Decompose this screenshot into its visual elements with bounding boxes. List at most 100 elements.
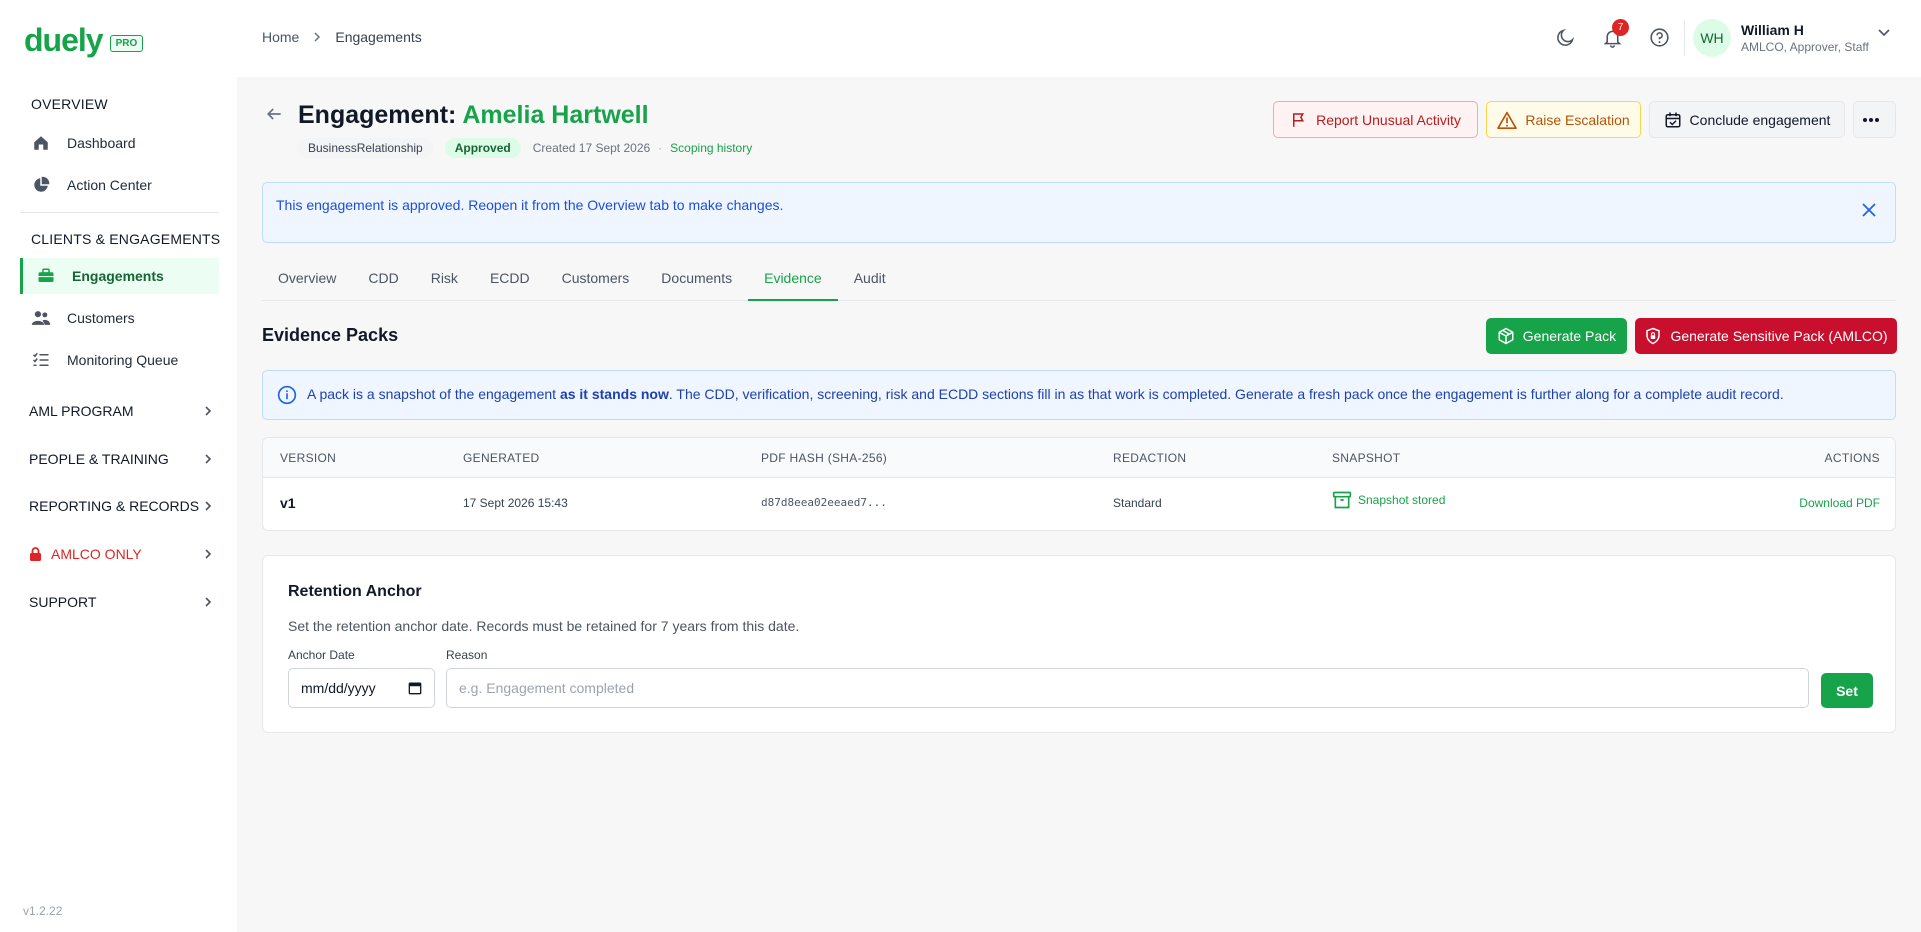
brand-name: duely xyxy=(24,22,104,58)
breadcrumb: Home Engagements xyxy=(262,29,422,45)
cell-hash: d87d8eea02eeaed7... xyxy=(761,496,887,509)
chevron-right-icon xyxy=(205,454,212,464)
sidebar-item-dashboard[interactable]: Dashboard xyxy=(31,125,219,161)
sidebar-group-aml-program[interactable]: AML PROGRAM xyxy=(29,403,213,419)
sidebar-group-people-training[interactable]: PEOPLE & TRAINING xyxy=(29,451,213,467)
home-icon xyxy=(31,133,51,153)
column-header-redaction: REDACTION xyxy=(1113,451,1187,465)
tab-documents[interactable]: Documents xyxy=(645,262,748,301)
chevron-down-icon[interactable] xyxy=(1877,28,1891,38)
sidebar-group-label: AMLCO ONLY xyxy=(51,546,142,562)
tab-overview[interactable]: Overview xyxy=(262,262,352,301)
engagement-meta: BusinessRelationship Approved Created 17… xyxy=(298,138,752,158)
sidebar-item-label: Action Center xyxy=(67,177,152,193)
sidebar-section-clients: CLIENTS & ENGAGEMENTS xyxy=(31,231,221,247)
top-bar: Home Engagements 7 WH William H AMLCO, A… xyxy=(237,0,1921,77)
sidebar-group-amlco-only[interactable]: AMLCO ONLY xyxy=(29,546,213,562)
lock-icon xyxy=(30,546,41,561)
package-icon xyxy=(1498,327,1514,345)
raise-escalation-button[interactable]: Raise Escalation xyxy=(1486,101,1641,138)
sidebar-divider xyxy=(20,212,219,213)
retention-description: Set the retention anchor date. Records m… xyxy=(288,618,800,634)
sidebar-group-support[interactable]: SUPPORT xyxy=(29,594,213,610)
close-banner-button[interactable] xyxy=(1861,202,1877,221)
breadcrumb-current: Engagements xyxy=(335,29,422,45)
flag-icon xyxy=(1293,112,1305,127)
status-badge: Approved xyxy=(444,138,521,158)
arrow-left-icon xyxy=(266,108,281,120)
scoping-history-link[interactable]: Scoping history xyxy=(670,141,752,155)
pie-chart-icon xyxy=(31,175,51,195)
anchor-date-input[interactable]: mm/dd/yyyy xyxy=(288,668,435,708)
tab-risk[interactable]: Risk xyxy=(415,262,474,301)
cell-redaction: Standard xyxy=(1113,496,1162,510)
evidence-info-callout: A pack is a snapshot of the engagement a… xyxy=(262,370,1896,420)
users-icon xyxy=(31,308,51,328)
sidebar-group-label: SUPPORT xyxy=(29,594,97,610)
generate-pack-button[interactable]: Generate Pack xyxy=(1486,318,1627,354)
chevron-right-icon xyxy=(205,597,212,607)
page-title: Engagement: Amelia Hartwell xyxy=(298,101,649,130)
info-text-pre: A pack is a snapshot of the engagement xyxy=(307,386,560,402)
sidebar: duely PRO OVERVIEW Dashboard Action Cent… xyxy=(0,0,237,932)
pro-badge: PRO xyxy=(109,35,144,52)
sidebar-item-label: Customers xyxy=(67,310,135,326)
sidebar-group-label: PEOPLE & TRAINING xyxy=(29,451,169,467)
retention-anchor-card: Retention Anchor Set the retention ancho… xyxy=(262,555,1896,733)
info-text-bold: as it stands now xyxy=(559,386,669,402)
tab-audit[interactable]: Audit xyxy=(838,262,902,301)
chevron-right-icon xyxy=(205,406,212,416)
reason-input[interactable] xyxy=(446,668,1809,708)
more-actions-button[interactable] xyxy=(1853,101,1896,138)
cell-generated: 17 Sept 2026 15:43 xyxy=(463,496,568,510)
report-label: Report Unusual Activity xyxy=(1316,111,1461,128)
sidebar-item-engagements[interactable]: Engagements xyxy=(20,258,219,294)
calendar-icon[interactable] xyxy=(408,681,422,695)
column-header-generated: GENERATED xyxy=(463,451,540,465)
dark-mode-toggle[interactable] xyxy=(1552,24,1578,50)
report-unusual-activity-button[interactable]: Report Unusual Activity xyxy=(1273,101,1478,138)
tab-evidence[interactable]: Evidence xyxy=(748,262,838,301)
tab-cdd[interactable]: CDD xyxy=(352,262,414,301)
cell-version: v1 xyxy=(280,495,296,511)
engagement-type-tag: BusinessRelationship xyxy=(298,138,433,158)
help-button[interactable] xyxy=(1646,24,1672,50)
cell-snapshot: Snapshot stored xyxy=(1332,490,1445,510)
sidebar-item-customers[interactable]: Customers xyxy=(31,300,219,336)
download-pdf-link[interactable]: Download PDF xyxy=(1799,496,1880,510)
user-name[interactable]: William H xyxy=(1741,22,1804,38)
breadcrumb-home[interactable]: Home xyxy=(262,29,299,45)
reason-label: Reason xyxy=(446,648,488,662)
sidebar-item-label: Dashboard xyxy=(67,135,136,151)
more-horizontal-icon xyxy=(1862,117,1879,122)
tab-ecdd[interactable]: ECDD xyxy=(474,262,546,301)
generate-pack-label: Generate Pack xyxy=(1522,328,1617,344)
column-header-version: VERSION xyxy=(280,451,337,465)
conclude-engagement-button[interactable]: Conclude engagement xyxy=(1649,101,1845,138)
engagement-tabs: Overview CDD Risk ECDD Customers Documen… xyxy=(262,262,1896,301)
generate-sensitive-pack-button[interactable]: Generate Sensitive Pack (AMLCO) xyxy=(1635,318,1897,354)
notifications-button[interactable]: 7 xyxy=(1599,19,1629,50)
column-header-hash: PDF HASH (SHA-256) xyxy=(761,451,888,465)
evidence-packs-table: VERSION GENERATED PDF HASH (SHA-256) RED… xyxy=(262,437,1896,531)
table-header: VERSION GENERATED PDF HASH (SHA-256) RED… xyxy=(263,438,1895,478)
sidebar-group-label: AML PROGRAM xyxy=(29,403,134,419)
sidebar-group-label: REPORTING & RECORDS xyxy=(29,498,200,514)
set-button[interactable]: Set xyxy=(1821,673,1873,708)
info-text: A pack is a snapshot of the engagement a… xyxy=(307,386,1784,402)
brand-logo[interactable]: duely PRO xyxy=(24,22,144,59)
app-version: v1.2.22 xyxy=(23,904,63,918)
anchor-date-label: Anchor Date xyxy=(288,648,355,662)
sidebar-item-monitoring-queue[interactable]: Monitoring Queue xyxy=(31,342,219,378)
tab-customers[interactable]: Customers xyxy=(546,262,646,301)
generate-sensitive-label: Generate Sensitive Pack (AMLCO) xyxy=(1670,328,1888,344)
back-button[interactable] xyxy=(264,104,284,127)
date-placeholder: mm/dd/yyyy xyxy=(301,680,376,696)
warning-triangle-icon xyxy=(1497,111,1518,129)
banner-text: This engagement is approved. Reopen it f… xyxy=(276,197,784,213)
sidebar-group-reporting-records[interactable]: REPORTING & RECORDS xyxy=(29,498,213,514)
sidebar-item-action-center[interactable]: Action Center xyxy=(31,167,219,203)
avatar[interactable]: WH xyxy=(1693,19,1731,57)
column-header-snapshot: SNAPSHOT xyxy=(1332,451,1401,465)
section-title: Evidence Packs xyxy=(262,325,399,345)
